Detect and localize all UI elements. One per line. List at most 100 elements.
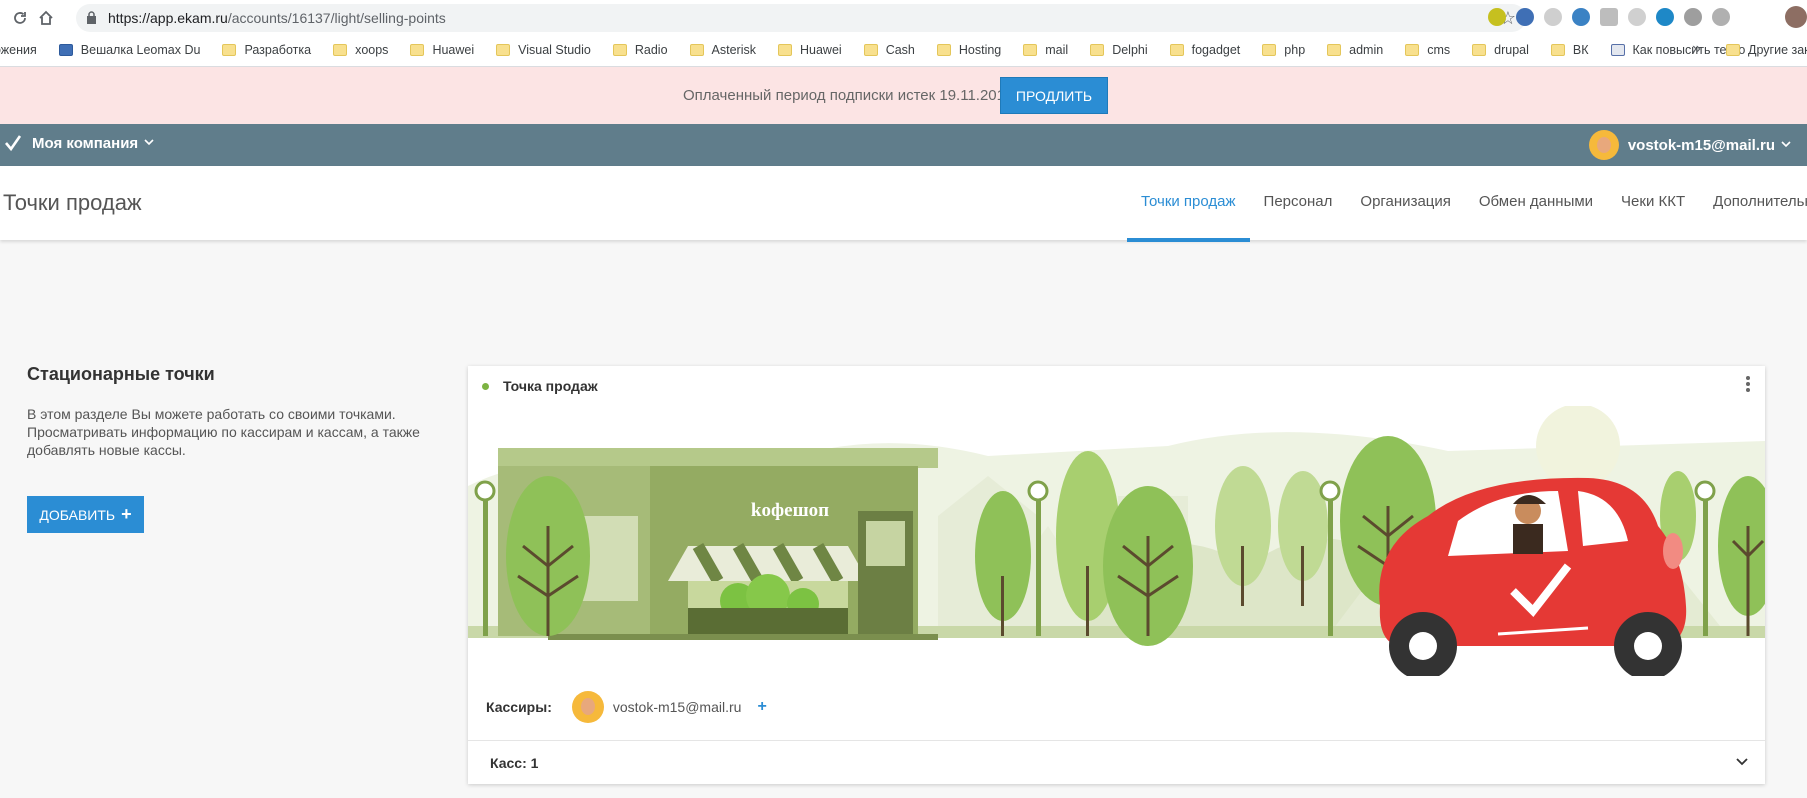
home-icon[interactable] <box>34 6 58 30</box>
tab-5[interactable]: Дополнительно <box>1699 166 1807 240</box>
bookmarks-overflow-button[interactable]: » <box>1692 40 1701 58</box>
check-logo-icon <box>5 135 22 152</box>
renew-button[interactable]: ПРОДЛИТЬ <box>1000 77 1108 114</box>
cashier-email: vostok-m15@mail.ru <box>612 699 742 715</box>
bookmark-item[interactable]: drupal <box>1472 43 1529 57</box>
bookmark-label: ожения <box>0 43 37 57</box>
folder-icon <box>1090 44 1105 56</box>
bookmark-label: admin <box>1349 43 1384 57</box>
bookmark-label: Вешалка Leomax Du <box>80 43 201 57</box>
bookmark-item[interactable]: Hosting <box>936 43 1002 57</box>
company-name: Моя компания <box>32 134 139 152</box>
bookmark-item[interactable]: ожения <box>0 43 37 57</box>
address-bar[interactable]: https://app.ekam.ru/accounts/16137/light… <box>76 4 1526 32</box>
add-cashier-button[interactable]: + <box>757 698 766 716</box>
bookmark-item[interactable]: admin <box>1327 43 1383 57</box>
tab-0[interactable]: Точки продаж <box>1127 166 1250 242</box>
folder-icon <box>936 44 951 56</box>
folder-icon <box>1169 44 1184 56</box>
bookmark-label: Delphi <box>1112 43 1148 57</box>
shop-sign: kофешоп <box>751 500 829 521</box>
extension-icon[interactable] <box>1544 8 1562 26</box>
bookmark-item[interactable]: Вешалка Leomax Du <box>58 43 201 57</box>
page-icon <box>1610 44 1625 56</box>
chevron-down-icon[interactable] <box>1735 755 1749 769</box>
plus-icon: + <box>121 504 132 524</box>
bookmark-item[interactable]: cms <box>1405 43 1450 57</box>
user-email: vostok-m15@mail.ru <box>1627 136 1775 154</box>
bookmark-item[interactable]: Разработка <box>222 43 311 57</box>
nav-tabs: Точки продаж Персонал Организация Обмен дан… <box>1127 166 1807 242</box>
bookmark-label: Asterisk <box>711 43 756 57</box>
card-header: Точка продаж <box>468 366 1765 406</box>
tab-1[interactable]: Персонал <box>1250 166 1347 240</box>
chevron-down-icon <box>144 137 154 149</box>
status-dot <box>482 383 489 390</box>
bookmark-item[interactable]: Huawei <box>778 43 842 57</box>
alert-text: Оплаченный период подписки истек 19.11.2… <box>683 87 1018 104</box>
bookmark-label: Разработка <box>244 43 312 57</box>
folder-icon <box>1726 44 1740 56</box>
folder-icon <box>1327 44 1342 56</box>
avatar <box>571 691 604 723</box>
download-icon[interactable] <box>1628 8 1646 26</box>
folder-icon <box>222 44 237 56</box>
tab-2[interactable]: Организация <box>1346 166 1464 240</box>
reload-icon[interactable] <box>8 6 32 30</box>
bookmark-item[interactable]: xoops <box>333 43 388 57</box>
folder-icon <box>333 44 348 56</box>
add-selling-point-button[interactable]: ДОБАВИТЬ + <box>27 496 144 533</box>
bookmark-item[interactable]: ВК <box>1550 43 1589 57</box>
company-switcher[interactable]: Моя компания <box>4 134 154 152</box>
folder-icon <box>1472 44 1487 56</box>
folder-icon <box>1550 44 1565 56</box>
extension-icon[interactable] <box>1656 8 1674 26</box>
bookmark-item[interactable]: mail <box>1023 43 1068 57</box>
bookmark-label: Huawei <box>800 43 842 57</box>
tab-3[interactable]: Обмен данными <box>1465 166 1607 240</box>
tab-4[interactable]: Чеки ККТ <box>1607 166 1699 240</box>
url-text: https://app.ekam.ru/accounts/16137/light… <box>108 10 446 26</box>
app-header: Моя компания vostok-m15@mail.ru <box>0 124 1807 166</box>
extension-icon[interactable] <box>1516 8 1534 26</box>
bookmark-item[interactable]: fogadget <box>1169 43 1240 57</box>
folder-icon <box>410 44 425 56</box>
folder-icon <box>1023 44 1038 56</box>
bookmark-label: xoops <box>355 43 389 57</box>
add-button-label: ДОБАВИТЬ <box>39 506 116 523</box>
extension-icon[interactable] <box>1572 8 1590 26</box>
other-bookmarks[interactable]: Другие зак <box>1726 43 1807 57</box>
bookmark-item[interactable]: Delphi <box>1090 43 1148 57</box>
folder-icon <box>778 44 792 56</box>
bookmark-label: Huawei <box>432 43 475 57</box>
selling-point-card: Точка продаж kофешоп Кассиры: vostok-m15… <box>468 366 1765 784</box>
subscription-alert: Оплаченный период подписки истек 19.11.2… <box>0 67 1807 124</box>
shirt-icon <box>58 44 73 56</box>
extension-icons <box>1488 8 1730 28</box>
browser-toolbar: https://app.ekam.ru/accounts/16137/light… <box>0 0 1807 36</box>
chevron-down-icon <box>1781 139 1791 151</box>
extension-icon[interactable] <box>1600 8 1618 26</box>
extension-icon[interactable] <box>1488 8 1506 26</box>
bookmark-item[interactable]: Huawei <box>410 43 474 57</box>
extension-icon[interactable] <box>1712 8 1730 26</box>
bookmark-item[interactable]: Asterisk <box>689 43 756 57</box>
more-vert-icon[interactable] <box>1745 376 1751 394</box>
bookmark-label: Radio <box>634 43 668 57</box>
folder-icon <box>863 44 878 56</box>
bookmark-label: mail <box>1045 43 1069 57</box>
lock-icon <box>87 11 96 24</box>
card-title: Точка продаж <box>503 378 598 394</box>
bookmark-label: Cash <box>885 43 915 57</box>
bookmark-item[interactable]: Visual Studio <box>496 43 591 57</box>
user-menu[interactable]: vostok-m15@mail.ru <box>1588 130 1791 160</box>
kass-row[interactable]: Касс: 1 <box>468 740 1765 784</box>
page-title: Точки продаж <box>3 190 142 215</box>
bookmark-item[interactable]: Radio <box>612 43 668 57</box>
bookmark-item[interactable]: Cash <box>863 43 915 57</box>
bookmark-item[interactable]: php <box>1262 43 1305 57</box>
browser-profile-avatar[interactable] <box>1785 6 1807 28</box>
extension-icon[interactable] <box>1684 8 1702 26</box>
bookmark-label: Hosting <box>958 43 1002 57</box>
bookmark-label: cms <box>1427 43 1451 57</box>
